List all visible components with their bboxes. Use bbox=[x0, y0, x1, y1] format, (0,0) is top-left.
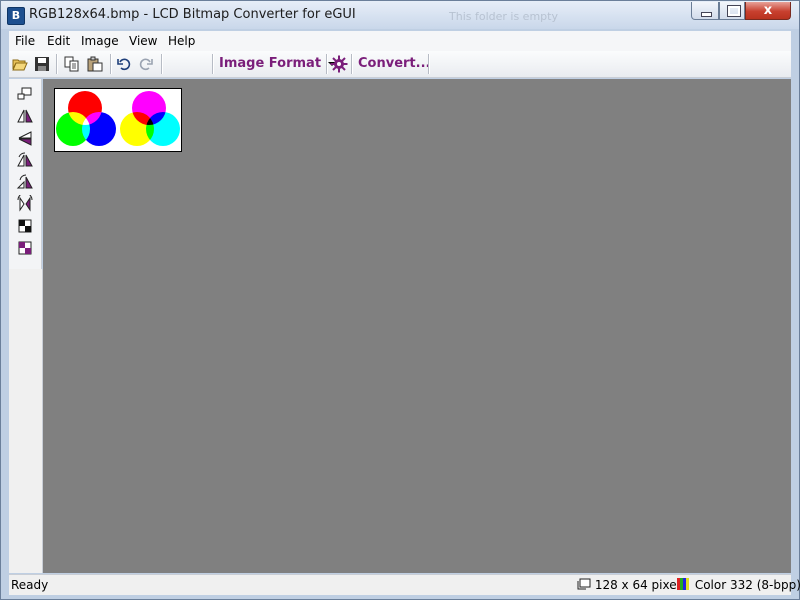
bitmap-preview[interactable] bbox=[54, 88, 182, 152]
image-format-label: Image Format bbox=[219, 56, 322, 71]
undo-button[interactable] bbox=[115, 55, 133, 73]
window-title: RGB128x64.bmp - LCD Bitmap Converter for… bbox=[29, 7, 356, 22]
color-invert-button[interactable] bbox=[16, 239, 34, 257]
image-format-button[interactable]: Image Format bbox=[219, 56, 336, 71]
menu-file[interactable]: File bbox=[15, 34, 35, 48]
save-button[interactable] bbox=[33, 55, 51, 73]
minimize-icon bbox=[701, 12, 712, 17]
close-button[interactable]: x bbox=[745, 2, 791, 20]
minimize-button[interactable] bbox=[691, 2, 719, 20]
rotate-180-icon bbox=[17, 192, 33, 212]
toolbar-separator bbox=[428, 54, 429, 74]
status-image-size: 128 x 64 pixels bbox=[577, 578, 686, 592]
app-window: B RGB128x64.bmp - LCD Bitmap Converter f… bbox=[0, 0, 800, 600]
toolbar-separator bbox=[212, 54, 213, 74]
save-icon bbox=[35, 57, 49, 71]
left-toolbar bbox=[9, 79, 42, 270]
app-logo-icon[interactable]: B bbox=[7, 7, 25, 25]
flip-vertical-button[interactable] bbox=[16, 129, 34, 147]
menu-image[interactable]: Image bbox=[81, 34, 119, 48]
undo-icon bbox=[117, 58, 131, 71]
color-format-text: Color 332 (8-bpp) bbox=[694, 578, 800, 592]
rotate-left-button[interactable] bbox=[16, 151, 34, 169]
flip-horizontal-button[interactable] bbox=[16, 107, 34, 125]
maximize-icon bbox=[727, 5, 741, 17]
color-palette-icon bbox=[677, 578, 689, 590]
rotate-right-icon bbox=[16, 174, 33, 189]
rotate-180-button[interactable] bbox=[16, 192, 34, 213]
menu-help[interactable]: Help bbox=[168, 34, 195, 48]
toolbar-separator bbox=[326, 54, 327, 74]
maximize-button[interactable] bbox=[719, 2, 745, 20]
image-size-text: 128 x 64 pixels bbox=[594, 578, 687, 592]
image-size-icon bbox=[577, 578, 591, 590]
menu-edit[interactable]: Edit bbox=[47, 34, 70, 48]
convert-button[interactable]: Convert... bbox=[358, 56, 430, 71]
color-invert-icon bbox=[18, 241, 32, 255]
status-bar: Ready 128 x 64 pixels Color 332 (8-bpp) bbox=[9, 574, 800, 595]
toolbar-separator bbox=[56, 54, 57, 74]
toolbar-separator bbox=[161, 54, 162, 74]
flip-horizontal-icon bbox=[17, 109, 33, 123]
left-toolbar-background bbox=[9, 269, 43, 573]
redo-icon bbox=[139, 58, 153, 71]
resize-icon bbox=[17, 87, 32, 100]
redo-button[interactable] bbox=[137, 55, 155, 73]
rotate-right-button[interactable] bbox=[16, 173, 34, 191]
settings-button[interactable] bbox=[330, 55, 348, 73]
copy-button[interactable] bbox=[63, 55, 81, 73]
rotate-left-icon bbox=[17, 152, 33, 167]
menu-view[interactable]: View bbox=[129, 34, 157, 48]
paste-button[interactable] bbox=[86, 55, 104, 73]
toolbar-separator bbox=[110, 54, 111, 74]
open-button[interactable] bbox=[11, 55, 29, 73]
invert-button[interactable] bbox=[16, 217, 34, 235]
menu-bar: File Edit Image View Help bbox=[9, 31, 791, 51]
close-icon: x bbox=[763, 3, 773, 18]
gear-icon bbox=[330, 55, 348, 73]
title-bar[interactable]: B RGB128x64.bmp - LCD Bitmap Converter f… bbox=[1, 1, 799, 29]
invert-icon bbox=[18, 219, 32, 233]
rgb-cmy-circles-image bbox=[56, 91, 180, 146]
open-folder-icon bbox=[12, 59, 28, 71]
toolbar-separator bbox=[351, 54, 352, 74]
status-color-format: Color 332 (8-bpp) bbox=[677, 578, 800, 592]
status-ready-text: Ready bbox=[11, 578, 49, 592]
resize-button[interactable] bbox=[16, 85, 34, 103]
paste-icon bbox=[87, 56, 103, 72]
ghost-title-text: This folder is empty bbox=[449, 10, 558, 23]
image-canvas[interactable] bbox=[43, 79, 791, 573]
copy-icon bbox=[64, 56, 79, 72]
flip-vertical-icon bbox=[18, 131, 32, 146]
toolbar: Image Format Convert... bbox=[9, 51, 791, 78]
